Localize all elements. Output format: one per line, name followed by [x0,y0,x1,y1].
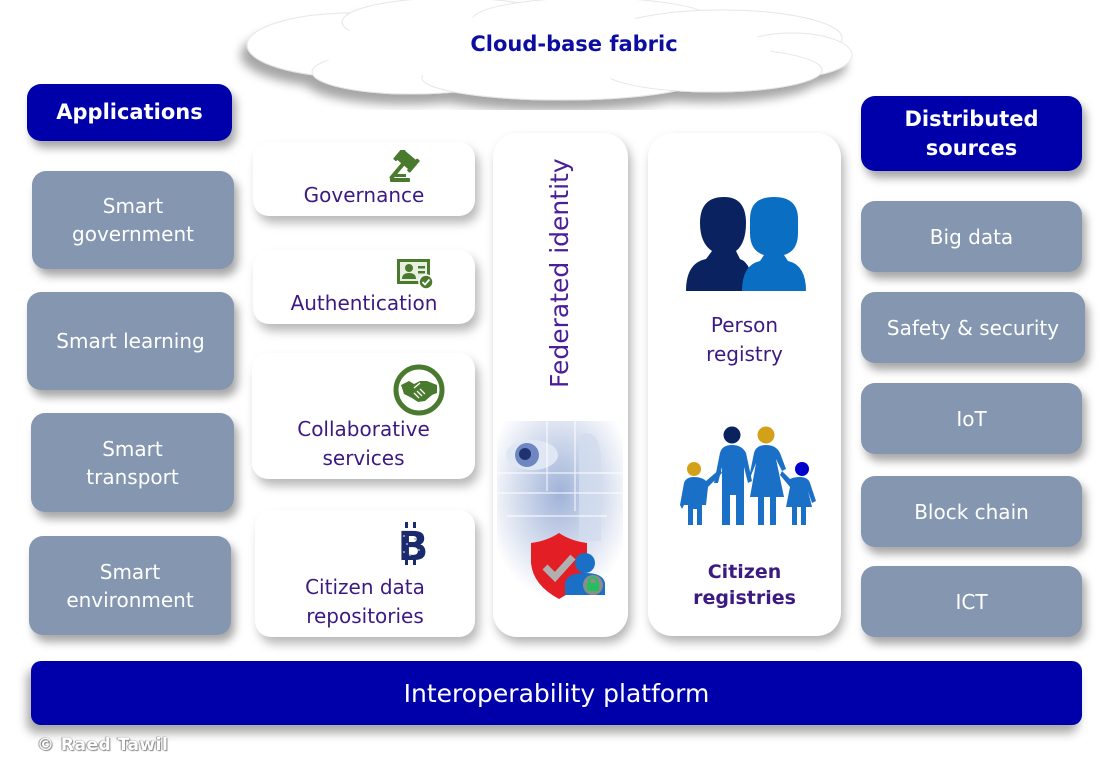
federated-identity-card[interactable]: Federated identity [493,133,628,637]
family-icon [680,426,816,525]
source-label: Safety & security [886,315,1060,340]
cloud-fabric: Cloud-base fabric [232,0,862,110]
source-block-chain[interactable]: Block chain [861,476,1082,547]
source-iot[interactable]: IoT [861,383,1082,454]
app-label: Smart learning [56,329,205,353]
service-governance[interactable]: Governance [253,142,475,216]
source-label: IoT [956,406,987,431]
shield-check-user-lock-icon [531,533,605,599]
copyright-text: © Raed Tawil [37,735,169,755]
source-label: ICT [955,589,988,614]
service-citizen-data-repositories[interactable]: B Citizen data repositories [255,510,475,637]
service-collaborative[interactable]: Collaborative services [252,353,475,479]
citizen-registries-label: Citizen registries [693,561,796,609]
source-safety-security[interactable]: Safety & security [861,292,1085,363]
app-smart-learning[interactable]: Smart learning [27,292,234,390]
platform-label: Interoperability platform [403,678,710,708]
app-smart-transport[interactable]: Smart transport [31,413,234,512]
interoperability-platform-bar[interactable]: Interoperability platform [31,661,1082,725]
source-label: Block chain [914,499,1029,524]
handshake-icon [393,364,445,416]
cloud-title: Cloud-base fabric [470,32,678,56]
service-label: Collaborative services [297,417,430,470]
gavel-icon [389,150,420,182]
app-label: Smart environment [66,559,194,612]
applications-header: Applications [27,84,232,141]
applications-header-label: Applications [56,100,203,124]
registries-card[interactable]: Person registry Citizen registries [648,133,841,636]
federated-identity-label: Federated identity [545,158,574,388]
app-smart-environment[interactable]: Smart environment [29,536,231,635]
service-label: Governance [303,183,425,207]
distributed-sources-header-label: Distributed sources [904,106,1039,160]
app-smart-government[interactable]: Smart government [32,171,234,269]
two-persons-icon [686,197,806,291]
bitcoin-icon: B [398,522,428,566]
source-big-data[interactable]: Big data [861,201,1082,272]
service-label: Citizen data repositories [305,575,425,628]
distributed-sources-header: Distributed sources [861,96,1082,171]
service-authentication[interactable]: Authentication [253,250,475,324]
person-registry-label: Person registry [706,313,783,366]
id-card-check-icon [397,259,434,290]
app-label: Smart government [72,194,194,246]
source-ict[interactable]: ICT [861,566,1082,637]
service-label: Authentication [290,291,438,315]
app-label: Smart transport [86,436,179,489]
source-label: Big data [929,224,1014,249]
